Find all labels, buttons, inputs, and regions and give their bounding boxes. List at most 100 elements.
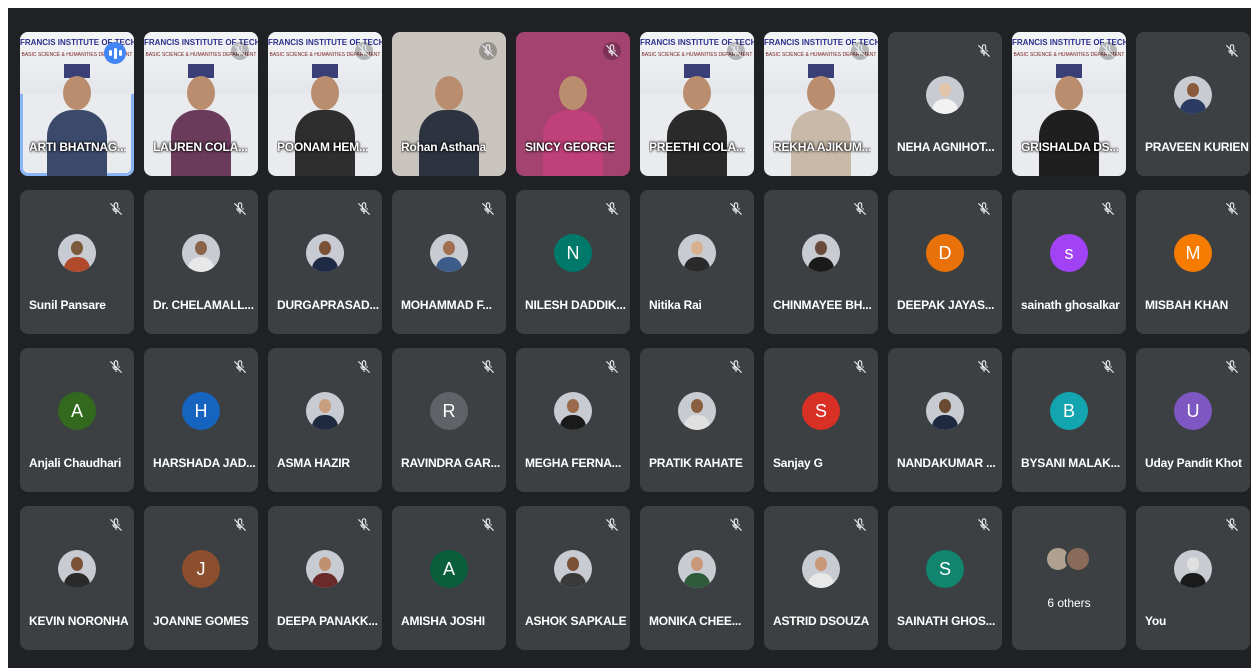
avatar-body xyxy=(808,257,834,272)
avatar-face xyxy=(319,399,331,413)
mic-off-icon xyxy=(1223,42,1241,60)
participant-tile[interactable]: PRAVEEN KURIEN xyxy=(1136,32,1250,176)
participant-name: REKHA AJIKUM... xyxy=(773,140,872,154)
participant-tile[interactable]: DEEPA PANAKK... xyxy=(268,506,382,650)
participant-name: PREETHI COLA... xyxy=(649,140,746,154)
avatar: A xyxy=(58,392,96,430)
participant-tile[interactable]: FRANCIS INSTITUTE OF TECHNOLOGBASIC SCIE… xyxy=(764,32,878,176)
participant-tile[interactable]: MOHAMMAD F... xyxy=(392,190,506,334)
mic-off-icon xyxy=(851,358,869,376)
avatar-face xyxy=(815,241,827,255)
participant-name: JOANNE GOMES xyxy=(153,614,249,628)
participant-name: Nitika Rai xyxy=(649,298,702,312)
participant-tile[interactable]: ASMA HAZIR xyxy=(268,348,382,492)
mic-off-icon xyxy=(231,42,249,60)
participant-name: DURGAPRASAD... xyxy=(277,298,379,312)
others-tile[interactable]: 6 others xyxy=(1012,506,1126,650)
participant-name: ASHOK SAPKALE xyxy=(525,614,627,628)
participant-tile[interactable]: CHINMAYEE BH... xyxy=(764,190,878,334)
participant-tile[interactable]: S Sanjay G xyxy=(764,348,878,492)
mic-off-icon xyxy=(727,516,745,534)
participant-video-feed xyxy=(47,66,107,176)
participant-tile[interactable]: FRANCIS INSTITUTE OF TECHNOLOGBASIC SCIE… xyxy=(268,32,382,176)
mic-off-icon xyxy=(231,516,249,534)
participant-tile[interactable]: FRANCIS INSTITUTE OF TECHNOLOGYBASIC SCI… xyxy=(144,32,258,176)
participant-tile[interactable]: N NILESH DADDIK... xyxy=(516,190,630,334)
avatar-face xyxy=(71,557,83,571)
participant-tile[interactable]: ASHOK SAPKALE xyxy=(516,506,630,650)
participant-name: NILESH DADDIK... xyxy=(525,298,626,312)
participant-tile[interactable]: FRANCIS INSTITUTE OF TECHNOLOGBASIC SCIE… xyxy=(20,32,134,176)
participant-tile[interactable]: MEGHA FERNA... xyxy=(516,348,630,492)
participant-name: DEEPA PANAKK... xyxy=(277,614,378,628)
mic-off-icon xyxy=(727,42,745,60)
participant-tile[interactable]: J JOANNE GOMES xyxy=(144,506,258,650)
participant-tile[interactable]: Nitika Rai xyxy=(640,190,754,334)
avatar-face xyxy=(939,399,951,413)
mic-off-icon xyxy=(107,516,125,534)
participant-tile[interactable]: S SAINATH GHOS... xyxy=(888,506,1002,650)
participant-tile[interactable]: FRANCIS INSTITUTE OF TECHNOLOGYBASIC SCI… xyxy=(640,32,754,176)
avatar: D xyxy=(926,234,964,272)
avatar: H xyxy=(182,392,220,430)
participant-tile[interactable]: s sainath ghosalkar xyxy=(1012,190,1126,334)
participant-tile[interactable]: SINCY GEORGE xyxy=(516,32,630,176)
participant-tile[interactable]: H HARSHADA JAD... xyxy=(144,348,258,492)
face xyxy=(1055,76,1083,110)
participant-tile[interactable]: Rohan Asthana xyxy=(392,32,506,176)
participant-tile[interactable]: M MISBAH KHAN xyxy=(1136,190,1250,334)
avatar xyxy=(306,234,344,272)
avatar-body xyxy=(684,257,710,272)
participant-tile[interactable]: FRANCIS INSTITUTE OF TECHNOLOGBASIC SCIE… xyxy=(1012,32,1126,176)
participant-name: KEVIN NORONHA xyxy=(29,614,129,628)
avatar: M xyxy=(1174,234,1212,272)
participant-name: MISBAH KHAN xyxy=(1145,298,1229,312)
participant-name: PRAVEEN KURIEN xyxy=(1145,140,1249,154)
participant-name: SINCY GEORGE xyxy=(525,140,616,154)
mic-off-icon xyxy=(231,200,249,218)
avatar-face xyxy=(319,557,331,571)
avatar-body xyxy=(436,257,462,272)
avatar-body xyxy=(808,573,834,588)
avatar xyxy=(306,392,344,430)
participant-tile[interactable]: A Anjali Chaudhari xyxy=(20,348,134,492)
mic-off-icon xyxy=(603,42,621,60)
avatar-face xyxy=(939,83,951,97)
participant-tile[interactable]: NANDAKUMAR ... xyxy=(888,348,1002,492)
participant-tile[interactable]: Dr. CHELAMALL... xyxy=(144,190,258,334)
participant-tile[interactable]: A AMISHA JOSHI xyxy=(392,506,506,650)
participant-tile[interactable]: KEVIN NORONHA xyxy=(20,506,134,650)
avatar xyxy=(554,392,592,430)
avatar xyxy=(430,234,468,272)
participant-name: CHINMAYEE BH... xyxy=(773,298,872,312)
participant-video-feed xyxy=(419,66,479,176)
others-count: 6 others xyxy=(1047,596,1091,610)
avatar-body xyxy=(932,415,958,430)
participant-tile[interactable]: MONIKA CHEE... xyxy=(640,506,754,650)
participant-name: MEGHA FERNA... xyxy=(525,456,622,470)
participant-tile[interactable]: You xyxy=(1136,506,1250,650)
participant-tile[interactable]: PRATIK RAHATE xyxy=(640,348,754,492)
mic-off-icon xyxy=(1099,42,1117,60)
participant-name: Anjali Chaudhari xyxy=(29,456,122,470)
participant-tile[interactable]: R RAVINDRA GAR... xyxy=(392,348,506,492)
mic-off-icon xyxy=(355,42,373,60)
participant-video-feed xyxy=(171,66,231,176)
mic-off-icon xyxy=(355,200,373,218)
face xyxy=(683,76,711,110)
avatar-body xyxy=(560,573,586,588)
participant-name: DEEPAK JAYAS... xyxy=(897,298,995,312)
participant-tile[interactable]: D DEEPAK JAYAS... xyxy=(888,190,1002,334)
participant-tile[interactable]: DURGAPRASAD... xyxy=(268,190,382,334)
participant-tile[interactable]: B BYSANI MALAK... xyxy=(1012,348,1126,492)
participant-tile[interactable]: NEHA AGNIHOT... xyxy=(888,32,1002,176)
participant-tile[interactable]: ASTRID DSOUZA xyxy=(764,506,878,650)
avatar-face xyxy=(443,241,455,255)
mic-off-icon xyxy=(355,358,373,376)
mic-off-icon xyxy=(479,516,497,534)
avatar xyxy=(306,550,344,588)
participant-video-feed xyxy=(295,66,355,176)
participant-tile[interactable]: U Uday Pandit Khot xyxy=(1136,348,1250,492)
participant-tile[interactable]: Sunil Pansare xyxy=(20,190,134,334)
avatar xyxy=(926,392,964,430)
